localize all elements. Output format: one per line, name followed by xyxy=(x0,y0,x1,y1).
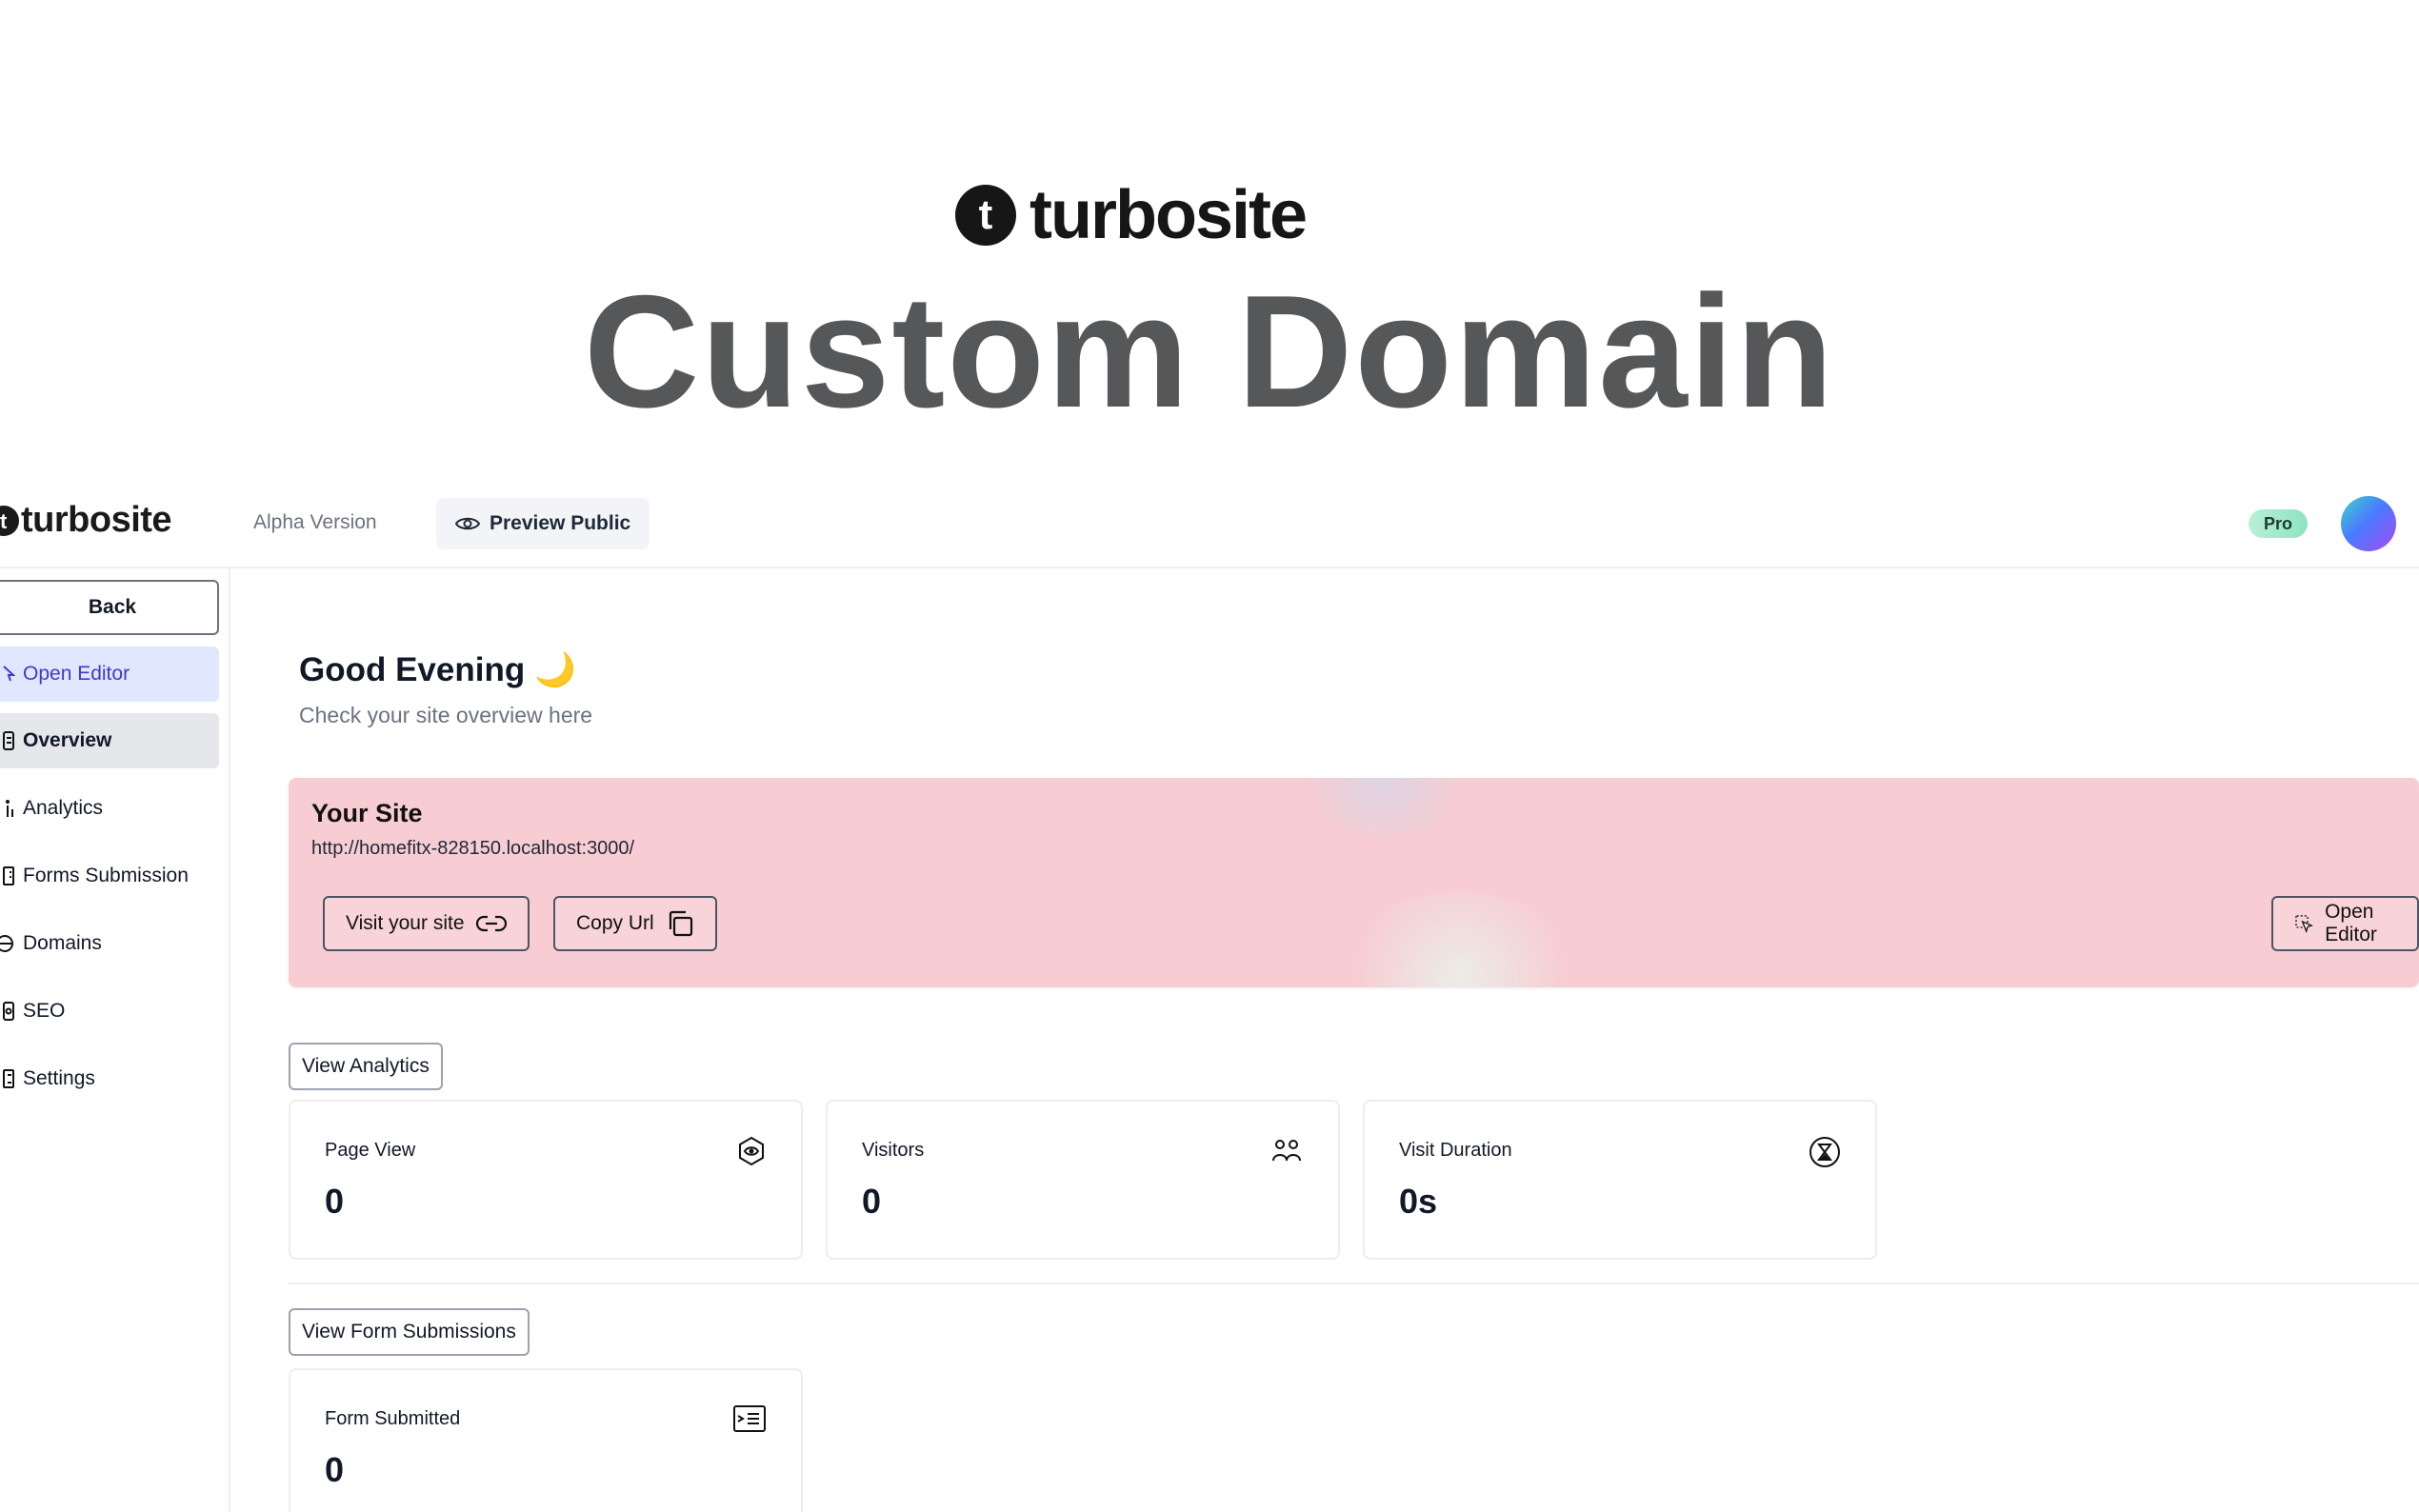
greeting-heading: Good Evening 🌙 xyxy=(299,651,576,688)
globe-icon xyxy=(0,933,23,954)
stat-card-visitors: Visitors 0 xyxy=(826,1100,1340,1260)
hero-logo-text: turbosite xyxy=(1030,177,1308,253)
stat-value: 0 xyxy=(862,1182,882,1221)
sidebar-item-label: Analytics xyxy=(23,797,104,819)
your-site-card: Your Site http://homefitx-828150.localho… xyxy=(289,778,2419,987)
form-icon xyxy=(0,865,23,886)
turbosite-logo-icon: t xyxy=(955,185,1016,246)
users-icon xyxy=(1271,1136,1304,1169)
cursor-select-icon xyxy=(2295,915,2313,934)
stat-label: Form Submitted xyxy=(325,1408,461,1429)
chart-icon xyxy=(0,798,23,819)
brand-name: turbosite xyxy=(21,500,172,540)
copy-url-label: Copy Url xyxy=(576,912,654,934)
link-icon xyxy=(475,915,507,932)
document-icon xyxy=(0,730,23,751)
stat-label: Visitors xyxy=(862,1140,925,1161)
cursor-icon xyxy=(0,665,23,684)
your-site-title: Your Site xyxy=(311,799,423,827)
seo-icon xyxy=(0,1001,23,1022)
topbar: t turbosite Alpha Version Preview Public… xyxy=(0,481,2419,568)
settings-icon xyxy=(0,1068,23,1089)
card-background-blur xyxy=(1289,778,1479,835)
stat-label: Page View xyxy=(325,1140,416,1161)
stat-value: 0 xyxy=(325,1450,345,1489)
visit-site-label: Visit your site xyxy=(346,912,465,934)
sidebar-item-overview[interactable]: Overview xyxy=(0,713,219,768)
brand-logo[interactable]: t turbosite xyxy=(0,500,172,541)
stat-card-visit-duration: Visit Duration 0s xyxy=(1363,1100,1877,1260)
card-background-blur xyxy=(1336,892,1584,987)
sidebar-item-open-editor[interactable]: Open Editor xyxy=(0,647,219,702)
sidebar-item-analytics[interactable]: Analytics xyxy=(0,781,219,836)
stat-value: 0 xyxy=(325,1182,345,1221)
preview-public-button[interactable]: Preview Public xyxy=(436,498,650,549)
sidebar: Back Open Editor Overview Analytics Form… xyxy=(0,568,230,1512)
brand-mark-icon: t xyxy=(0,502,21,540)
sidebar-item-label: Overview xyxy=(23,729,112,751)
hero-title: Custom Domain xyxy=(583,262,1836,441)
sidebar-item-label: Settings xyxy=(23,1067,95,1089)
sidebar-item-label: SEO xyxy=(23,1000,66,1022)
stat-card-page-view: Page View 0 xyxy=(289,1100,803,1260)
view-analytics-label: View Analytics xyxy=(302,1055,430,1077)
copy-url-button[interactable]: Copy Url xyxy=(553,896,717,951)
version-label: Alpha Version xyxy=(253,511,377,533)
visit-site-button[interactable]: Visit your site xyxy=(323,896,530,951)
pro-badge: Pro xyxy=(2249,509,2308,538)
sidebar-item-label: Open Editor xyxy=(23,663,130,685)
eye-icon xyxy=(455,517,480,530)
eye-hexagon-icon xyxy=(736,1136,767,1171)
hourglass-icon xyxy=(1809,1136,1841,1173)
open-editor-card-button[interactable]: Open Editor xyxy=(2271,896,2419,951)
stat-label: Visit Duration xyxy=(1399,1140,1512,1161)
back-label: Back xyxy=(88,596,137,618)
sidebar-item-settings[interactable]: Settings xyxy=(0,1051,219,1106)
sidebar-item-seo[interactable]: SEO xyxy=(0,984,219,1039)
stat-card-form-submitted: Form Submitted 0 xyxy=(289,1368,803,1512)
svg-text:t: t xyxy=(0,509,8,533)
site-url: http://homefitx-828150.localhost:3000/ xyxy=(311,838,635,859)
back-button[interactable]: Back xyxy=(0,580,219,635)
greeting-subtitle: Check your site overview here xyxy=(299,703,593,727)
sidebar-item-label: Domains xyxy=(23,932,102,954)
section-divider xyxy=(289,1283,2419,1284)
view-analytics-button[interactable]: View Analytics xyxy=(289,1043,443,1090)
form-list-icon xyxy=(732,1404,767,1438)
sidebar-item-label: Forms Submission xyxy=(23,865,189,886)
view-form-submissions-label: View Form Submissions xyxy=(302,1321,516,1343)
sidebar-item-forms-submission[interactable]: Forms Submission xyxy=(0,848,219,904)
hero-logo: t turbosite xyxy=(955,176,1308,254)
preview-public-label: Preview Public xyxy=(490,512,631,534)
copy-icon xyxy=(669,910,692,937)
open-editor-label: Open Editor xyxy=(2325,901,2377,945)
user-avatar[interactable] xyxy=(2341,496,2396,551)
sidebar-item-domains[interactable]: Domains xyxy=(0,916,219,971)
view-form-submissions-button[interactable]: View Form Submissions xyxy=(289,1308,530,1356)
stat-value: 0s xyxy=(1399,1182,1438,1221)
